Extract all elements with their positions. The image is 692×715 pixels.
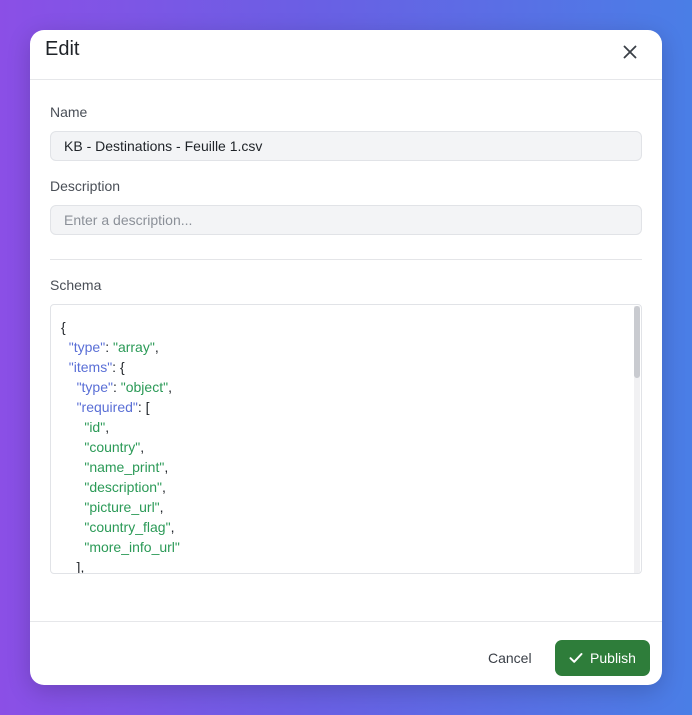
- json-punct: ],: [61, 559, 85, 574]
- cancel-button[interactable]: Cancel: [478, 640, 542, 676]
- schema-code-line: "country_flag",: [61, 517, 180, 537]
- json-punct: ,: [170, 519, 175, 535]
- json-key: "items": [68, 359, 113, 375]
- json-punct: : [: [137, 399, 150, 415]
- json-punct: ,: [164, 459, 169, 475]
- json-string: "more_info_url": [84, 539, 180, 555]
- publish-button[interactable]: Publish: [555, 640, 650, 676]
- json-string: "id": [84, 419, 106, 435]
- json-punct: ,: [154, 339, 159, 355]
- json-key: "type": [76, 379, 113, 395]
- schema-code-line: "country",: [61, 437, 180, 457]
- json-string: "picture_url": [84, 499, 160, 515]
- json-punct: {: [61, 319, 66, 335]
- close-icon: [623, 45, 637, 59]
- json-punct: [61, 419, 84, 435]
- publish-label: Publish: [590, 650, 636, 666]
- json-punct: [61, 479, 84, 495]
- json-punct: [61, 519, 84, 535]
- json-punct: :: [105, 339, 113, 355]
- dialog-footer: Cancel Publish: [30, 621, 662, 685]
- json-punct: [61, 539, 84, 555]
- json-punct: ,: [140, 439, 145, 455]
- dialog-header: Edit: [30, 30, 662, 80]
- check-icon: [569, 653, 583, 663]
- json-punct: [61, 379, 77, 395]
- json-punct: ,: [159, 499, 164, 515]
- json-punct: [61, 439, 84, 455]
- json-punct: [61, 359, 69, 375]
- json-punct: ,: [105, 419, 110, 435]
- description-input[interactable]: [50, 205, 642, 235]
- json-punct: [61, 399, 77, 415]
- schema-label: Schema: [50, 277, 102, 293]
- json-string: "array": [112, 339, 155, 355]
- schema-code-line: "name_print",: [61, 457, 180, 477]
- json-string: "name_print": [84, 459, 165, 475]
- schema-scroll-thumb[interactable]: [634, 306, 640, 378]
- json-punct: ,: [168, 379, 172, 395]
- json-string: "object": [120, 379, 169, 395]
- json-string: "country": [84, 439, 141, 455]
- schema-code-line: "more_info_url": [61, 537, 180, 557]
- json-key: "required": [76, 399, 138, 415]
- json-punct: [61, 499, 84, 515]
- schema-code-line: "picture_url",: [61, 497, 180, 517]
- json-punct: [61, 339, 69, 355]
- json-punct: [61, 459, 84, 475]
- schema-code[interactable]: { "type": "array", "items": { "type": "o…: [61, 317, 180, 574]
- schema-code-line: ],: [61, 557, 180, 574]
- schema-code-line: {: [61, 317, 180, 337]
- edit-dialog: Edit Name Description Schema { "type": "…: [30, 30, 662, 685]
- schema-code-line: "items": {: [61, 357, 180, 377]
- json-string: "country_flag": [84, 519, 171, 535]
- schema-scrollbar[interactable]: [634, 306, 640, 573]
- name-input[interactable]: [50, 131, 642, 161]
- json-key: "type": [68, 339, 106, 355]
- json-punct: :: [112, 379, 121, 395]
- section-divider: [50, 259, 642, 260]
- schema-code-line: "type": "array",: [61, 337, 180, 357]
- schema-code-line: "description",: [61, 477, 180, 497]
- json-punct: : {: [112, 359, 125, 375]
- schema-editor[interactable]: { "type": "array", "items": { "type": "o…: [50, 304, 642, 574]
- close-button[interactable]: [618, 40, 642, 64]
- schema-code-line: "type": "object",: [61, 377, 180, 397]
- json-string: "description": [84, 479, 162, 495]
- name-label: Name: [50, 104, 88, 120]
- description-label: Description: [50, 178, 121, 194]
- schema-code-line: "required": [: [61, 397, 180, 417]
- json-punct: ,: [162, 479, 166, 495]
- dialog-title: Edit: [45, 38, 80, 60]
- schema-code-line: "id",: [61, 417, 180, 437]
